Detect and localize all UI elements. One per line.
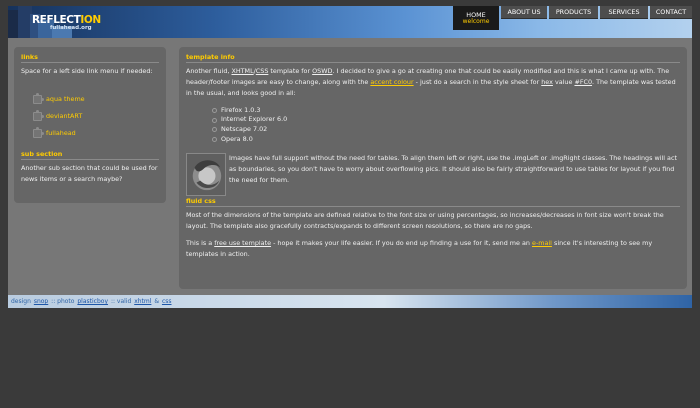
- puzzle-icon: [33, 92, 44, 104]
- firefox-logo-image: [186, 153, 226, 197]
- browser-list: Firefox 1.0.3 Internet Explorer 6.0 Nets…: [212, 106, 680, 144]
- hex-value-link[interactable]: #FC0: [574, 78, 592, 86]
- site-logo[interactable]: REFLECTION fullahead.org: [32, 15, 101, 31]
- fluid-css-paragraph: Most of the dimensions of the template a…: [186, 211, 664, 230]
- nav-products[interactable]: PRODUCTS: [549, 6, 598, 19]
- template-info-heading: template info: [186, 53, 680, 63]
- page-body: links Space for a left side link menu if…: [8, 38, 692, 295]
- bullet-icon: [212, 117, 217, 123]
- footer-xhtml-link[interactable]: xhtml: [134, 298, 151, 305]
- bullet-icon: [212, 107, 217, 113]
- nav-services[interactable]: SERVICES: [600, 6, 648, 19]
- main-content: template info Another fluid, XHTML/CSS t…: [179, 47, 687, 289]
- link-list: aqua theme deviantART fullahead: [33, 91, 159, 142]
- nav-about-us[interactable]: ABOUT US: [501, 6, 547, 19]
- puzzle-icon: [33, 126, 44, 138]
- images-paragraph: Images have full support without the nee…: [229, 154, 677, 184]
- main-navigation: HOME welcome ABOUT US PRODUCTS SERVICES …: [453, 6, 692, 38]
- email-link[interactable]: e-mail: [532, 239, 552, 247]
- fluid-css-heading: fluid css: [186, 197, 680, 208]
- list-item: Internet Explorer 6.0: [212, 115, 680, 125]
- nav-home-tab[interactable]: HOME welcome: [453, 6, 499, 30]
- list-item: Opera 8.0: [212, 135, 680, 145]
- sub-section-text: Another sub section that could be used f…: [21, 163, 158, 183]
- xhtml-link[interactable]: XHTML: [231, 67, 253, 75]
- footer-snop-link[interactable]: snop: [34, 298, 48, 305]
- bullet-icon: [212, 127, 217, 133]
- free-use-paragraph: This is a free use template - hope it ma…: [186, 238, 653, 258]
- image-paragraph-row: Images have full support without the nee…: [186, 153, 680, 197]
- footer-css-link[interactable]: css: [162, 298, 172, 305]
- sub-section-heading: sub section: [21, 150, 159, 160]
- bullet-icon: [212, 136, 217, 142]
- hex-link[interactable]: hex: [541, 78, 553, 86]
- link-deviantart[interactable]: deviantART: [33, 108, 159, 125]
- links-description: Space for a left side link menu if neede…: [21, 67, 153, 75]
- header-banner: REFLECTION fullahead.org HOME welcome AB…: [8, 6, 692, 38]
- list-item: Netscape 7.02: [212, 125, 680, 135]
- puzzle-icon: [33, 109, 44, 121]
- sidebar: links Space for a left side link menu if…: [14, 47, 166, 203]
- intro-paragraph: Another fluid, XHTML/CSS template for OS…: [186, 67, 676, 97]
- accent-colour-link[interactable]: accent colour: [370, 78, 413, 86]
- list-item: Firefox 1.0.3: [212, 106, 680, 116]
- free-use-link[interactable]: free use template: [214, 239, 271, 247]
- footer-bar: design snop :: photo plasticboy :: valid…: [8, 295, 692, 308]
- oswd-link[interactable]: OSWD: [312, 67, 332, 75]
- footer-plasticboy-link[interactable]: plasticboy: [77, 298, 108, 305]
- links-heading: links: [21, 53, 159, 63]
- css-link[interactable]: CSS: [256, 67, 269, 75]
- link-aqua-theme[interactable]: aqua theme: [33, 91, 159, 108]
- nav-contact[interactable]: CONTACT: [650, 6, 692, 19]
- link-fullahead[interactable]: fullahead: [33, 125, 159, 142]
